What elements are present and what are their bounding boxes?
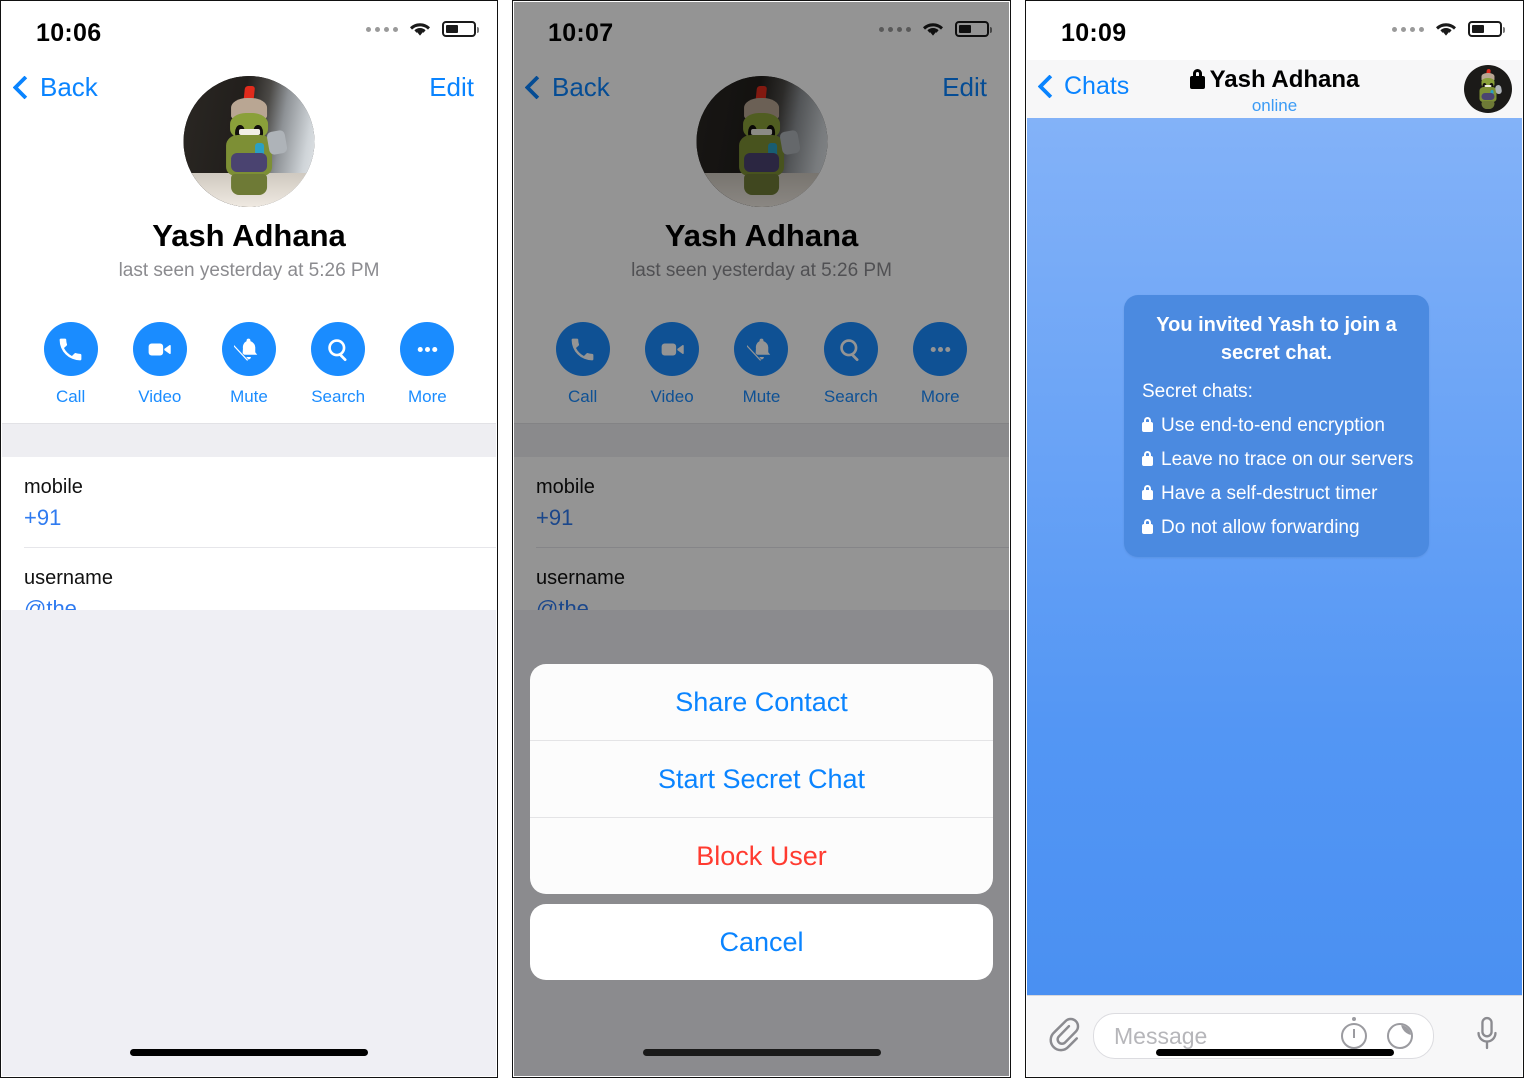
status-bar: 10:06 — [2, 2, 496, 60]
signal-dots-icon — [1392, 26, 1424, 32]
microphone-icon[interactable] — [1474, 1014, 1500, 1056]
block-user-button[interactable]: Block User — [530, 817, 993, 894]
info-row-mobile[interactable]: mobile +91 — [2, 457, 496, 547]
avatar[interactable] — [1464, 65, 1512, 113]
service-message-headline: You invited Yash to join a secret chat. — [1156, 314, 1397, 364]
service-message-bullet: Do not allow forwarding — [1142, 517, 1411, 539]
lock-icon — [1142, 519, 1153, 534]
profile-action-buttons: Call Video Mute Search More — [2, 322, 496, 407]
message-composer: Message — [1027, 995, 1522, 1076]
phone-icon — [43, 322, 98, 376]
edit-button[interactable]: Edit — [429, 72, 474, 103]
profile-avatar[interactable] — [183, 76, 315, 207]
chat-nav-bar: Chats Yash Adhana online — [1027, 60, 1522, 119]
service-message-bullet-text: Do not allow forwarding — [1161, 517, 1360, 538]
lock-icon — [1142, 485, 1153, 500]
service-message-bullet: Leave no trace on our servers — [1142, 449, 1414, 471]
chat-title[interactable]: Yash Adhana — [1027, 66, 1522, 94]
start-secret-chat-button[interactable]: Start Secret Chat — [530, 740, 993, 817]
service-message-bullet-text: Leave no trace on our servers — [1161, 449, 1414, 470]
status-bar-indicators — [366, 20, 479, 38]
chevron-left-icon — [12, 75, 37, 100]
back-button[interactable]: Back — [12, 72, 98, 103]
more-button[interactable]: More — [394, 322, 460, 407]
action-sheet: Share Contact Start Secret Chat Block Us… — [530, 664, 993, 980]
profile-last-seen: last seen yesterday at 5:26 PM — [118, 260, 380, 281]
screen-profile: 10:06 Back Edit Yash Adhana last seen ye… — [2, 2, 496, 1076]
call-button[interactable]: Call — [38, 322, 104, 407]
home-indicator[interactable] — [130, 1049, 368, 1056]
message-input-placeholder: Message — [1114, 1023, 1208, 1049]
wifi-icon — [1434, 20, 1458, 38]
video-camera-icon — [132, 322, 187, 376]
info-row-mobile-value: +91 — [24, 505, 62, 530]
search-icon — [311, 322, 366, 376]
battery-icon — [442, 21, 479, 37]
ellipsis-icon — [400, 322, 455, 376]
service-message-bullet-text: Use end-to-end encryption — [1161, 415, 1385, 436]
status-bar-time: 10:09 — [1061, 19, 1127, 47]
lock-icon — [1142, 451, 1153, 466]
back-button-label: Back — [40, 72, 98, 102]
service-message-bullet: Use end-to-end encryption — [1142, 415, 1411, 437]
video-button-label: Video — [138, 387, 182, 406]
screen-action-sheet: 10:07 Back Edit Yash Adhana last seen ye… — [514, 2, 1009, 1076]
bell-slash-icon — [221, 322, 276, 376]
call-button-label: Call — [55, 387, 86, 406]
video-button[interactable]: Video — [127, 322, 193, 407]
self-destruct-timer-icon[interactable] — [1341, 1017, 1367, 1049]
battery-icon — [1468, 21, 1505, 37]
signal-dots-icon — [366, 26, 398, 32]
status-bar-indicators — [1392, 20, 1505, 38]
phone-panel-profile: 10:06 Back Edit Yash Adhana last seen ye… — [0, 0, 498, 1078]
status-bar-time: 10:06 — [36, 19, 102, 47]
status-bar: 10:09 — [1027, 2, 1522, 60]
chat-title-text: Yash Adhana — [1209, 66, 1360, 93]
secret-chat-service-message: You invited Yash to join a secret chat. … — [1124, 295, 1429, 557]
chat-subtitle: online — [1251, 96, 1298, 115]
home-indicator[interactable] — [642, 1049, 881, 1056]
lock-icon — [1142, 417, 1153, 432]
chat-background — [1027, 118, 1522, 996]
share-contact-button[interactable]: Share Contact — [530, 664, 993, 740]
search-button-label: Search — [311, 387, 366, 406]
info-row-username-key: username — [24, 566, 113, 589]
phone-panel-secret-chat: 10:09 Chats Yash Adhana online You invit… — [1025, 0, 1524, 1078]
lock-icon — [1189, 69, 1205, 89]
list-background — [2, 610, 496, 1076]
sticker-icon[interactable] — [1387, 1023, 1413, 1049]
home-indicator[interactable] — [1155, 1049, 1394, 1056]
section-separator — [2, 423, 496, 459]
paperclip-icon[interactable] — [1049, 1014, 1083, 1054]
mute-button[interactable]: Mute — [216, 322, 282, 407]
service-message-subhead: Secret chats: — [1142, 381, 1253, 402]
mute-button-label: Mute — [230, 387, 268, 406]
phone-panel-action-sheet: 10:07 Back Edit Yash Adhana last seen ye… — [512, 0, 1011, 1078]
search-button[interactable]: Search — [305, 322, 371, 407]
screen-secret-chat: 10:09 Chats Yash Adhana online You invit… — [1027, 2, 1522, 1076]
profile-name: Yash Adhana — [152, 218, 346, 253]
screenshot-stage: 10:06 Back Edit Yash Adhana last seen ye… — [0, 0, 1524, 1078]
cancel-button[interactable]: Cancel — [530, 904, 993, 980]
more-button-label: More — [407, 387, 447, 406]
service-message-bullet-text: Have a self-destruct timer — [1161, 483, 1378, 504]
wifi-icon — [408, 20, 432, 38]
info-row-mobile-key: mobile — [24, 476, 83, 498]
action-sheet-options: Share Contact Start Secret Chat Block Us… — [530, 664, 993, 894]
service-message-bullet: Have a self-destruct timer — [1142, 483, 1411, 505]
